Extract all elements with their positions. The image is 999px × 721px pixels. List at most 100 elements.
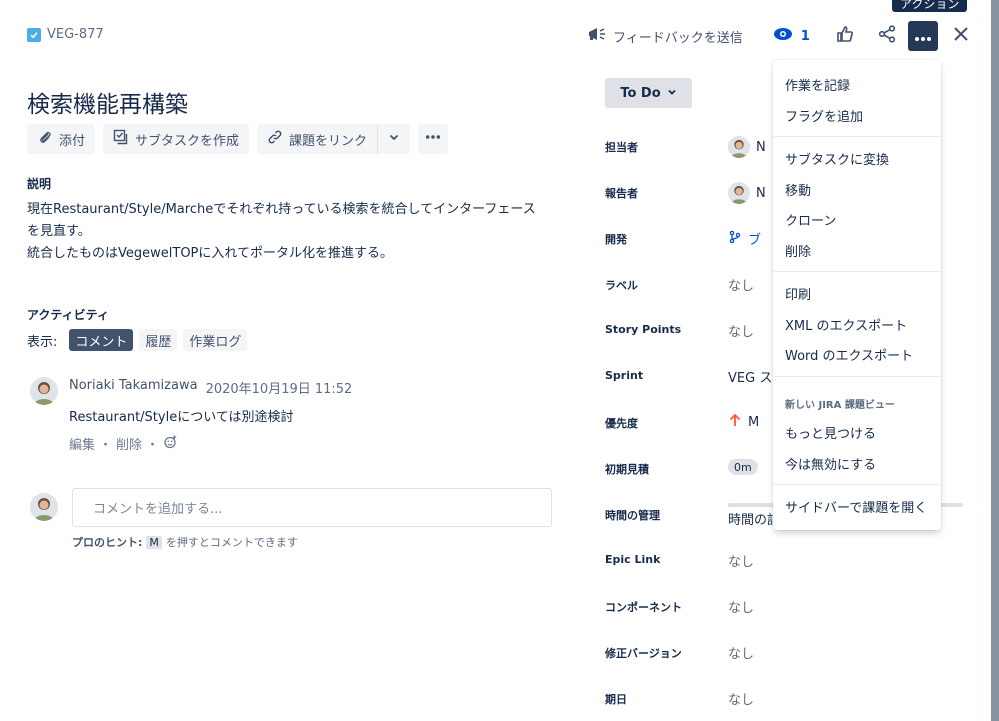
hint-key: M [146,535,162,549]
activity-title: アクティビティ [27,308,109,322]
field-value-due-date[interactable]: なし [728,689,754,708]
like-button[interactable] [830,21,860,51]
close-icon [953,26,969,46]
tab-comments[interactable]: コメント [69,329,134,351]
description-line: を見直す。 [27,224,91,239]
menu-item-find-out-more[interactable]: もっと見つける [785,423,876,442]
field-value-labels[interactable]: なし [728,275,754,294]
priority-text: M [748,414,760,430]
comment-timestamp[interactable]: 2020年10月19日 11:52 [206,378,353,397]
field-value-story-points[interactable]: なし [728,321,754,340]
menu-item-add-flag[interactable]: フラグを追加 [785,106,863,125]
separator: ・ [146,438,160,453]
menu-item-open-in-sidebar[interactable]: サイドバーで課題を開く [785,497,927,516]
link-issue-label: 課題をリンク [289,133,368,149]
tab-history[interactable]: 履歴 [139,329,178,351]
menu-item-clone[interactable]: クローン [785,210,836,229]
close-button[interactable] [946,21,976,51]
menu-item-print[interactable]: 印刷 [785,284,811,303]
field-label-story-points: Story Points [605,323,682,336]
current-user-avatar [30,493,58,521]
tab-worklog[interactable]: 作業ログ [183,329,248,351]
estimate-badge: 0m [728,459,758,475]
description-title: 説明 [27,177,52,191]
field-label-reporter: 報告者 [605,187,638,200]
field-label-epic-link: Epic Link [605,553,661,566]
avatar [728,136,750,158]
feedback-label: フィードバックを送信 [613,30,743,46]
status-button[interactable]: To Do [605,78,692,108]
issue-summary[interactable]: 検索機能再構築 [27,85,188,119]
toolbar-more-button[interactable] [418,124,449,154]
field-label-fix-versions: 修正バージョン [605,647,682,660]
assignee-name: N [756,139,766,155]
menu-item-turn-off[interactable]: 今は無効にする [785,454,876,473]
comment-delete-link[interactable]: 削除 [116,434,142,453]
menu-divider [773,376,941,377]
menu-divider [773,484,941,485]
attach-label: 添付 [59,133,86,149]
field-value-development[interactable]: ブ [728,229,761,248]
field-label-sprint: Sprint [605,369,644,382]
menu-item-move[interactable]: 移動 [785,180,811,199]
subtask-icon [113,129,129,149]
comment-hint: プロのヒント: M を押すとコメントできます [72,534,298,550]
menu-item-export-xml[interactable]: XML のエクスポート [785,315,907,334]
field-value-original-estimate[interactable]: 0m [728,459,758,475]
issue-key-link[interactable]: VEG-877 [47,27,104,42]
field-label-original-estimate: 初期見積 [605,463,649,476]
menu-item-delete[interactable]: 削除 [785,241,811,260]
comment-input[interactable]: コメントを追加する... [72,488,552,527]
issue-breadcrumb: VEG-877 [27,27,104,42]
comment-edit-link[interactable]: 編集 [69,434,95,453]
description-line: 統合したものはVegewelTOPに入れてポータル化を推進する。 [27,246,393,261]
field-value-epic-link[interactable]: なし [728,551,754,570]
hint-bold: プロのヒント: [72,536,143,549]
field-value-priority[interactable]: M [728,413,759,431]
field-label-due-date: 期日 [605,693,627,706]
field-label-priority: 優先度 [605,417,638,430]
watch-count: 1 [800,28,810,44]
field-value-assignee[interactable]: N [728,136,766,158]
add-reaction-icon[interactable] [163,435,177,453]
comment-header: Noriaki Takamizawa 2020年10月19日 11:52 [69,378,352,397]
link-icon [267,129,283,149]
more-actions-button[interactable] [907,21,938,51]
link-issue-split: 課題をリンク [257,124,411,154]
field-value-sprint[interactable]: VEG ス [728,367,772,386]
field-label-time-tracking: 時間の管理 [605,509,660,522]
menu-item-export-word[interactable]: Word のエクスポート [785,345,913,364]
hint-text: を押すとコメントできます [165,536,298,549]
share-button[interactable] [872,21,902,51]
link-issue-button[interactable]: 課題をリンク [257,124,378,154]
feedback-button[interactable]: フィードバックを送信 [583,21,747,51]
scrollbar[interactable] [991,0,999,721]
attach-button[interactable]: 添付 [27,124,96,154]
eye-icon [773,27,793,45]
field-label-development: 開発 [605,233,627,246]
status-label: To Do [620,85,661,101]
create-subtask-label: サブタスクを作成 [135,133,240,149]
comment-actions: 編集 ・ 削除 ・ [69,434,177,453]
field-label-components: コンポーネント [605,601,682,614]
menu-item-log-work[interactable]: 作業を記録 [785,75,850,94]
actions-tooltip: アクション [892,0,968,12]
chevron-down-icon [386,129,402,149]
watch-button[interactable]: 1 [769,21,814,51]
menu-group-title: 新しい JIRA 課題ビュー [785,400,895,411]
reporter-name: N [756,185,766,201]
comment-author[interactable]: Noriaki Takamizawa [69,378,198,397]
field-value-components[interactable]: なし [728,597,754,616]
show-label: 表示: [27,334,58,350]
field-label-labels: ラベル [605,279,638,292]
create-subtask-button[interactable]: サブタスクを作成 [103,124,250,154]
description-line: 現在Restaurant/Style/Marcheでそれぞれ持っている検索を統合… [27,202,536,217]
share-icon [878,25,896,47]
field-value-fix-versions[interactable]: なし [728,643,754,662]
menu-divider [773,136,941,137]
actions-menu: 作業を記録 フラグを追加 サブタスクに変換 移動 クローン 削除 印刷 XML … [773,60,941,530]
field-value-reporter[interactable]: N [728,182,766,204]
description-body[interactable]: 現在Restaurant/Style/Marcheでそれぞれ持っている検索を統合… [27,199,547,265]
link-issue-dropdown[interactable] [377,124,411,154]
menu-item-convert-to-subtask[interactable]: サブタスクに変換 [785,149,889,168]
